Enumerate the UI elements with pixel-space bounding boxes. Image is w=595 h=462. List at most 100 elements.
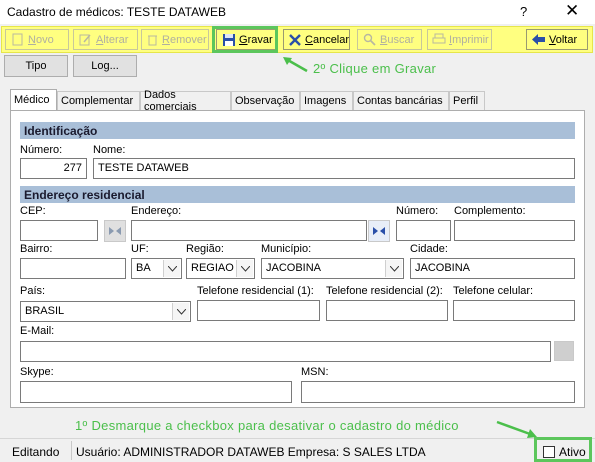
tab-complementar[interactable]: Complementar <box>57 91 140 110</box>
tab-perfil[interactable]: Perfil <box>449 91 485 110</box>
bairro-field[interactable] <box>20 258 126 279</box>
voltar-button[interactable]: Voltar <box>526 29 588 50</box>
uf-label: UF: <box>131 243 149 255</box>
municipio-select[interactable]: JACOBINA <box>261 258 404 279</box>
ativo-checkbox[interactable] <box>543 446 555 458</box>
novo-button[interactable]: Novo <box>5 29 69 50</box>
tel-res2-field[interactable] <box>326 300 448 321</box>
chevron-down-icon <box>236 260 253 277</box>
numero-field[interactable]: 277 <box>20 158 87 179</box>
toolbar: Novo Alterar Remover Gravar Cancelar Bus… <box>1 26 593 53</box>
voltar-label: Voltar <box>549 33 578 46</box>
cancel-x-icon <box>288 32 302 47</box>
buscar-label: Buscar <box>380 33 415 46</box>
new-document-icon <box>10 32 25 47</box>
cidade-label: Cidade: <box>410 243 448 255</box>
binoculars-icon <box>109 227 121 235</box>
status-mode: Editando <box>12 445 60 459</box>
municipio-value: JACOBINA <box>266 262 322 274</box>
tab-imagens[interactable]: Imagens <box>300 91 353 110</box>
tel-res1-field[interactable] <box>197 300 320 321</box>
buscar-button[interactable]: Buscar <box>357 29 422 50</box>
nome-field[interactable]: TESTE DATAWEB <box>93 158 575 179</box>
tel-cel-label: Telefone celular: <box>453 285 534 297</box>
window-title: Cadastro de médicos: TESTE DATAWEB <box>7 5 226 19</box>
edit-icon <box>78 32 93 47</box>
email-send-button[interactable] <box>554 341 574 361</box>
status-separator <box>71 441 72 460</box>
tab-dados-comerciais[interactable]: Dados comerciais <box>140 89 231 113</box>
imprimir-label: Imprimir <box>449 33 489 46</box>
skype-label: Skype: <box>20 366 54 378</box>
email-field[interactable] <box>20 341 551 362</box>
remover-label: Remover <box>162 33 207 46</box>
pais-value: BRASIL <box>25 305 65 317</box>
imprimir-button[interactable]: Imprimir <box>427 29 492 50</box>
gravar-button[interactable]: Gravar <box>216 29 278 50</box>
trash-icon <box>146 32 159 47</box>
uf-value: BA <box>136 262 151 274</box>
back-arrow-icon <box>531 32 546 47</box>
save-disk-icon <box>221 32 236 47</box>
remover-button[interactable]: Remover <box>141 29 209 50</box>
tab-observacao[interactable]: Observação <box>231 91 300 110</box>
nome-label: Nome: <box>93 144 126 156</box>
status-info: Usuário: ADMINISTRADOR DATAWEB Empresa: … <box>76 445 426 459</box>
section-endereco: Endereço residencial <box>20 186 575 203</box>
callout-step1: 1º Desmarque a checkbox para desativar o… <box>75 418 459 433</box>
uf-select[interactable]: BA <box>131 258 182 279</box>
bairro-label: Bairro: <box>20 243 53 255</box>
tel-res2-label: Telefone residencial (2): <box>326 285 443 297</box>
chevron-down-icon <box>172 303 189 320</box>
cancelar-button[interactable]: Cancelar <box>283 29 350 50</box>
alterar-label: Alterar <box>96 33 129 46</box>
callout-arrow-gravar <box>283 57 308 73</box>
chevron-down-icon <box>385 260 402 277</box>
status-bar: Editando Usuário: ADMINISTRADOR DATAWEB … <box>0 437 595 462</box>
search-icon <box>362 32 377 47</box>
title-bar: Cadastro de médicos: TESTE DATAWEB ? ✕ <box>0 0 595 24</box>
numero-end-field[interactable] <box>396 220 451 241</box>
complemento-field[interactable] <box>454 220 575 241</box>
medico-panel: Identificação Número: 277 Nome: TESTE DA… <box>10 110 585 408</box>
cep-field[interactable] <box>20 220 98 241</box>
cancelar-label: Cancelar <box>305 33 350 46</box>
printer-icon <box>432 32 446 47</box>
msn-field[interactable] <box>301 381 575 403</box>
regiao-value: REGIAO <box>191 262 234 274</box>
section-identificacao: Identificação <box>20 122 575 139</box>
tel-cel-field[interactable] <box>453 300 575 321</box>
numero-end-label: Número: <box>396 205 439 217</box>
tab-medico[interactable]: Médico <box>10 89 57 110</box>
alterar-button[interactable]: Alterar <box>73 29 138 50</box>
close-button[interactable]: ✕ <box>565 1 579 21</box>
ativo-label[interactable]: Ativo <box>559 445 586 459</box>
cep-lookup-button[interactable] <box>104 220 126 242</box>
log-button[interactable]: Log... <box>73 55 137 77</box>
callout-arrow-ativo <box>496 420 537 438</box>
endereco-label: Endereço: <box>131 205 182 217</box>
tel-res1-label: Telefone residencial (1): <box>197 285 314 297</box>
msn-label: MSN: <box>301 366 329 378</box>
help-button[interactable]: ? <box>520 4 527 19</box>
cep-label: CEP: <box>20 205 46 217</box>
skype-field[interactable] <box>20 381 292 403</box>
regiao-select[interactable]: REGIAO <box>186 258 255 279</box>
pais-select[interactable]: BRASIL <box>20 301 191 322</box>
complemento-label: Complemento: <box>454 205 526 217</box>
binoculars-icon <box>373 227 385 235</box>
email-label: E-Mail: <box>20 325 55 337</box>
pais-label: País: <box>20 285 46 297</box>
tab-contas-bancarias[interactable]: Contas bancárias <box>353 91 449 110</box>
gravar-label: Gravar <box>239 33 273 46</box>
novo-label: Novo <box>28 33 54 46</box>
tipo-button[interactable]: Tipo <box>4 55 68 77</box>
numero-label: Número: <box>20 144 63 156</box>
chevron-down-icon <box>163 260 180 277</box>
endereco-lookup-button[interactable] <box>368 220 390 242</box>
regiao-label: Região: <box>186 243 224 255</box>
cidade-field[interactable]: JACOBINA <box>410 258 575 279</box>
endereco-field[interactable] <box>131 220 367 241</box>
municipio-label: Município: <box>261 243 312 255</box>
callout-step2: 2º Clique em Gravar <box>313 61 437 76</box>
